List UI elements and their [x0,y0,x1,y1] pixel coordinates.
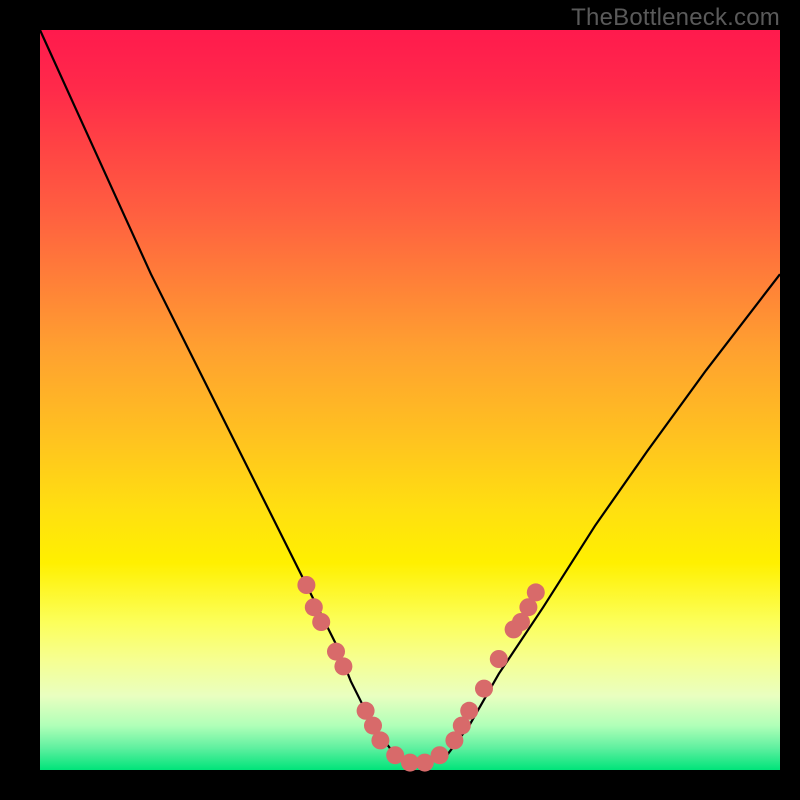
bottleneck-curve [40,30,780,763]
data-marker [490,650,508,668]
markers-group [297,576,544,772]
data-marker [460,702,478,720]
plot-area [40,30,780,770]
data-marker [475,680,493,698]
data-marker [334,657,352,675]
watermark-text: TheBottleneck.com [571,4,780,32]
data-marker [431,746,449,764]
chart-svg [40,30,780,770]
data-marker [371,731,389,749]
chart-frame: TheBottleneck.com [0,0,800,800]
data-marker [312,613,330,631]
data-marker [527,583,545,601]
data-marker [297,576,315,594]
